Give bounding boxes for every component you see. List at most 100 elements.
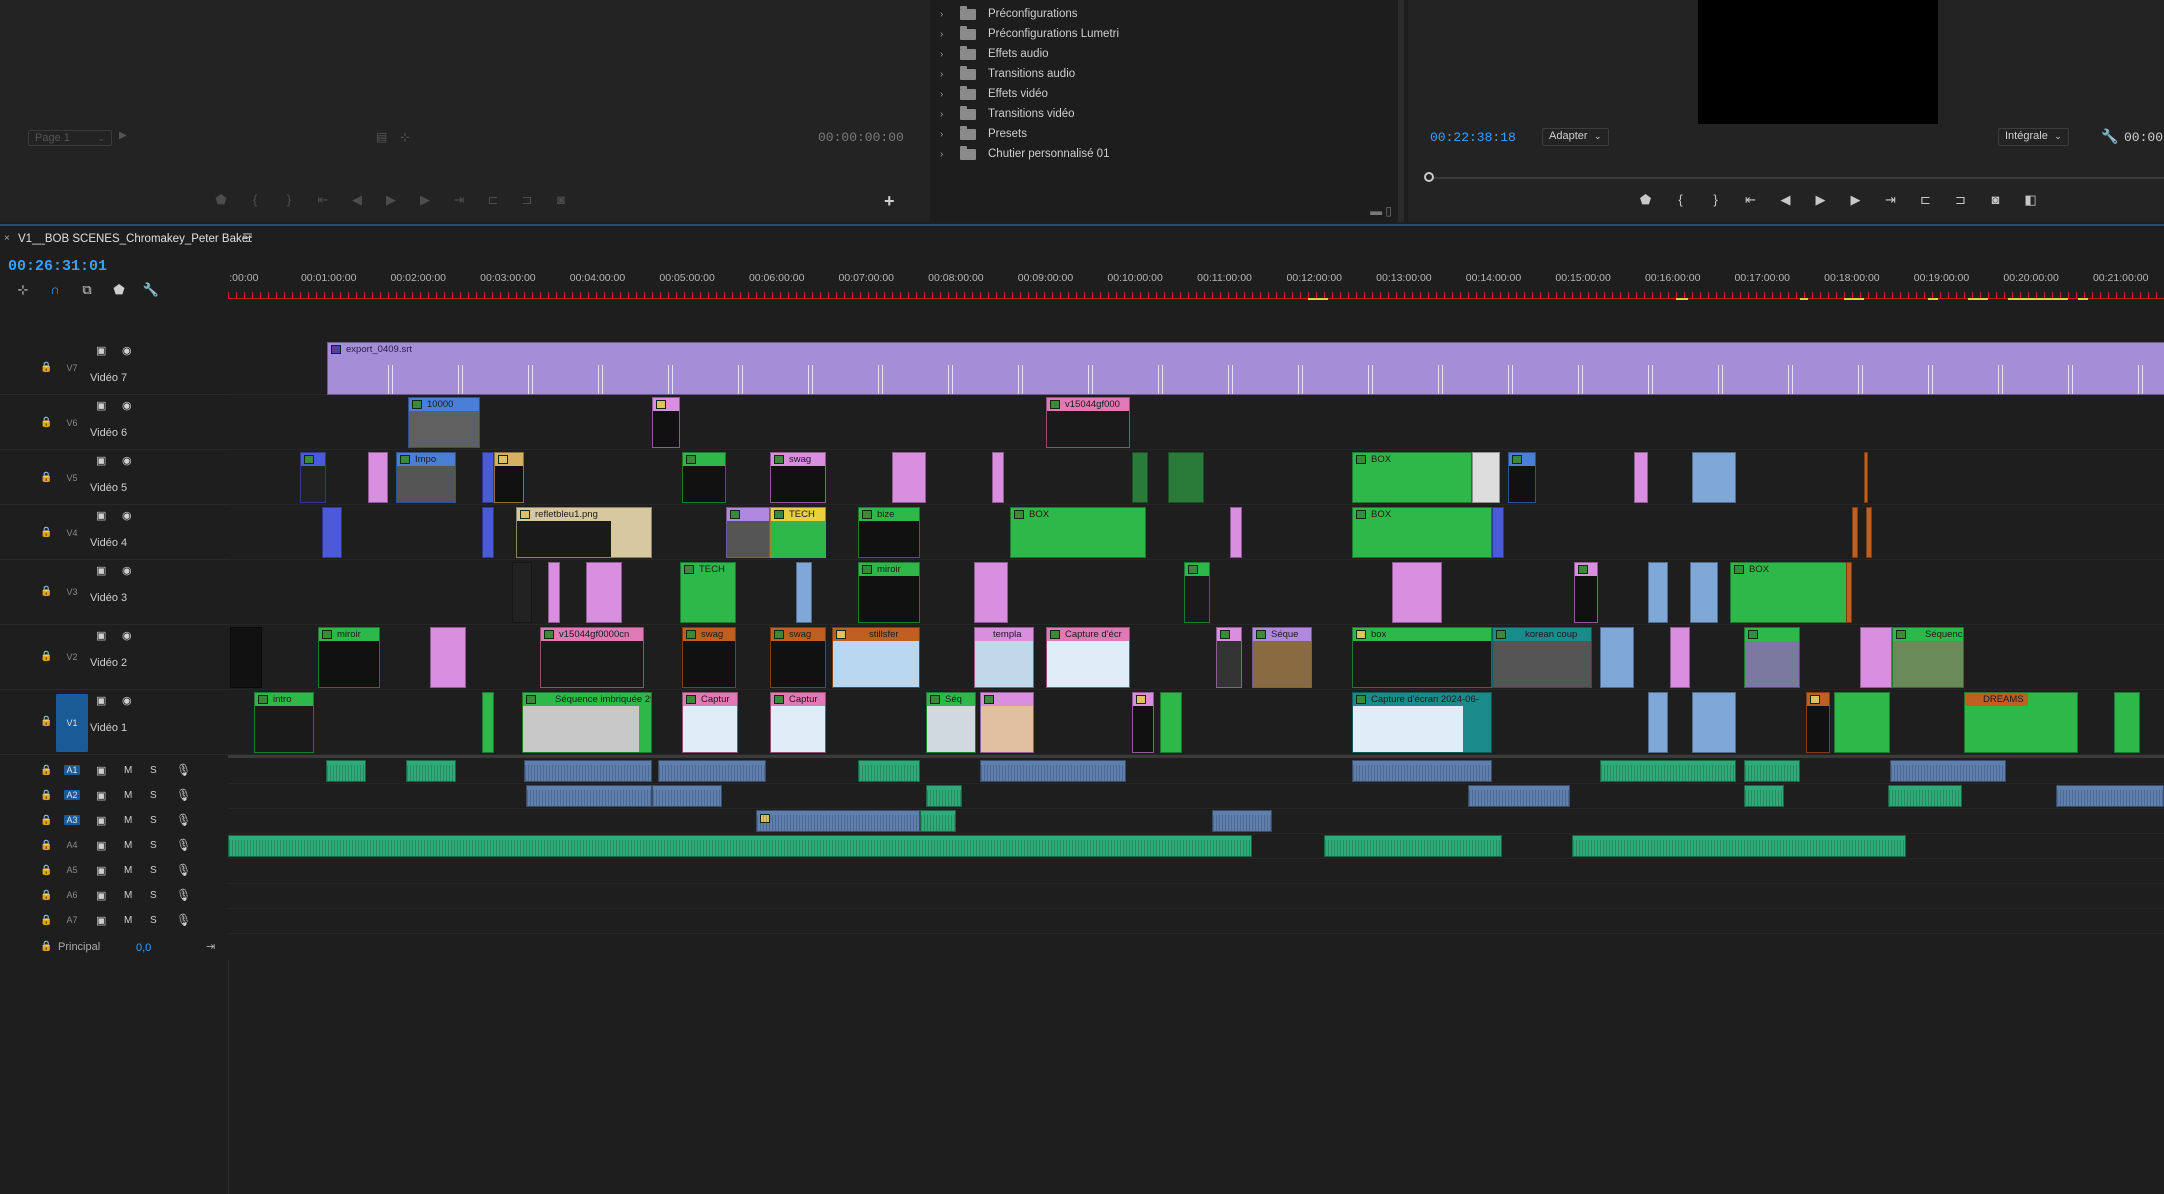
microphone-icon[interactable]: 🎙 bbox=[176, 863, 191, 877]
audio-clip-music[interactable] bbox=[1324, 835, 1502, 857]
master-volume-value[interactable]: 0,0 bbox=[136, 942, 151, 954]
eye-icon[interactable]: ◉ bbox=[122, 564, 132, 577]
mute-button[interactable]: M bbox=[124, 840, 132, 851]
timeline-empty-area[interactable] bbox=[228, 960, 2164, 1194]
play-next-arrow-icon[interactable]: ▶ bbox=[119, 130, 127, 141]
video-clip[interactable] bbox=[892, 452, 926, 503]
video-clip[interactable]: TECH bbox=[770, 507, 826, 558]
video-clip[interactable]: v15044gf0000cn bbox=[540, 627, 644, 688]
eye-icon[interactable]: ◉ bbox=[122, 509, 132, 522]
video-clip[interactable] bbox=[1648, 562, 1668, 623]
video-clip[interactable] bbox=[322, 507, 342, 558]
lock-icon[interactable]: 🔒 bbox=[40, 865, 52, 876]
video-clip[interactable] bbox=[1834, 692, 1890, 753]
eye-icon[interactable]: ◉ bbox=[122, 629, 132, 642]
add-marker-icon[interactable]: ⬟ bbox=[108, 282, 130, 298]
track-header-a6[interactable]: 🔒 A6 ▣ M S 🎙 bbox=[0, 884, 228, 909]
video-clip[interactable]: intro bbox=[254, 692, 314, 753]
lock-icon[interactable]: 🔒 bbox=[40, 915, 52, 926]
new-bin-icon[interactable]: ▬ ▯ bbox=[1370, 204, 1392, 218]
video-clip[interactable] bbox=[1692, 692, 1736, 753]
solo-button[interactable]: S bbox=[150, 915, 157, 926]
audio-clip[interactable] bbox=[926, 785, 962, 807]
audio-clip[interactable] bbox=[1744, 785, 1784, 807]
video-clip[interactable] bbox=[1132, 692, 1154, 753]
effects-folder-item[interactable]: › Transitions vidéo bbox=[930, 104, 1400, 124]
toggle-sync-icon[interactable]: ▣ bbox=[96, 509, 106, 522]
audio-clip[interactable] bbox=[652, 785, 722, 807]
track-id[interactable]: V6 bbox=[64, 418, 80, 428]
track-header-a3[interactable]: 🔒 A3 ▣ M S 🎙 bbox=[0, 809, 228, 834]
eye-icon[interactable]: ◉ bbox=[122, 694, 132, 707]
mute-button[interactable]: M bbox=[124, 815, 132, 826]
video-clip[interactable] bbox=[1392, 562, 1442, 623]
audio-clip[interactable] bbox=[326, 760, 366, 782]
effects-folder-item[interactable]: › Transitions audio bbox=[930, 64, 1400, 84]
toggle-sync-icon[interactable]: ▣ bbox=[96, 399, 106, 412]
overwrite-clip-icon[interactable]: ⊐ bbox=[510, 192, 544, 208]
chevron-right-icon[interactable]: › bbox=[940, 9, 952, 20]
video-clip[interactable]: Séquence imbriquée 29 bbox=[522, 692, 652, 753]
eye-icon[interactable]: ◉ bbox=[122, 454, 132, 467]
microphone-icon[interactable]: 🎙 bbox=[176, 788, 191, 802]
lock-icon[interactable]: 🔒 bbox=[40, 417, 52, 428]
video-clip[interactable] bbox=[682, 452, 726, 503]
audio-clip[interactable] bbox=[920, 810, 956, 832]
track-header-v7[interactable]: 🔒 V7 ▣ ◉ Vidéo 7 bbox=[0, 340, 228, 395]
track-id[interactable]: V7 bbox=[64, 363, 80, 373]
chevron-right-icon[interactable]: › bbox=[940, 109, 952, 120]
video-clip[interactable]: Captur bbox=[682, 692, 738, 753]
video-clip[interactable] bbox=[1168, 452, 1204, 503]
chevron-right-icon[interactable]: › bbox=[940, 49, 952, 60]
track-id[interactable]: V4 bbox=[64, 528, 80, 538]
video-clip[interactable] bbox=[1600, 627, 1634, 688]
chevron-right-icon[interactable]: › bbox=[940, 29, 952, 40]
video-clip[interactable]: swag bbox=[770, 627, 826, 688]
video-clip[interactable] bbox=[230, 627, 262, 688]
toggle-sync-icon[interactable]: ▣ bbox=[96, 694, 106, 707]
video-clip[interactable] bbox=[368, 452, 388, 503]
audio-clip[interactable] bbox=[1212, 810, 1272, 832]
track-id[interactable]: A3 bbox=[64, 815, 80, 825]
effects-folder-item[interactable]: › Effets audio bbox=[930, 44, 1400, 64]
timeline-tracks[interactable]: export_0409.srt 10000 v15044gf000 Impo s… bbox=[228, 340, 2164, 960]
toggle-sync-icon[interactable]: ▣ bbox=[96, 889, 106, 902]
program-scrub-bar[interactable] bbox=[1428, 177, 2164, 179]
marker-icon[interactable]: ⬟ bbox=[1628, 192, 1663, 208]
track-id[interactable]: V2 bbox=[64, 652, 80, 662]
video-clip[interactable] bbox=[1132, 452, 1148, 503]
video-clip[interactable] bbox=[482, 452, 494, 503]
step-back-icon[interactable]: ◀ bbox=[1768, 192, 1803, 208]
track-header-a7[interactable]: 🔒 A7 ▣ M S 🎙 bbox=[0, 909, 228, 934]
toggle-sync-icon[interactable]: ▣ bbox=[96, 839, 106, 852]
track-id-target[interactable]: V1 bbox=[56, 694, 88, 752]
video-clip[interactable]: templa bbox=[974, 627, 1034, 688]
track-id[interactable]: A1 bbox=[64, 765, 80, 775]
linked-selection-icon[interactable]: ⧉ bbox=[76, 282, 98, 298]
track-id[interactable]: A7 bbox=[64, 915, 80, 925]
video-clip[interactable] bbox=[1230, 507, 1242, 558]
step-back-icon[interactable]: ◀ bbox=[340, 192, 374, 208]
effects-folder-item[interactable]: › Préconfigurations Lumetri bbox=[930, 24, 1400, 44]
video-clip[interactable] bbox=[1846, 562, 1852, 623]
audio-clip[interactable] bbox=[1352, 760, 1492, 782]
lock-icon[interactable]: 🔒 bbox=[40, 765, 52, 776]
video-clip[interactable] bbox=[1472, 452, 1500, 503]
sequence-tab-title[interactable]: V1__BOB SCENES_Chromakey_Peter Baker bbox=[18, 233, 252, 245]
mute-button[interactable]: M bbox=[124, 865, 132, 876]
toggle-sync-icon[interactable]: ▣ bbox=[96, 789, 106, 802]
chevron-right-icon[interactable]: › bbox=[940, 69, 952, 80]
program-video-frame[interactable] bbox=[1698, 0, 1938, 124]
video-clip[interactable] bbox=[1184, 562, 1210, 623]
solo-button[interactable]: S bbox=[150, 815, 157, 826]
timeline-timecode[interactable]: 00:26:31:01 bbox=[8, 258, 107, 275]
track-header-v5[interactable]: 🔒 V5 ▣ ◉ Vidéo 5 bbox=[0, 450, 228, 505]
chevron-right-icon[interactable]: › bbox=[940, 89, 952, 100]
go-to-end-icon[interactable]: ⇥ bbox=[206, 940, 215, 953]
audio-clip-music[interactable] bbox=[228, 835, 1252, 857]
audio-clip[interactable] bbox=[756, 810, 920, 832]
effects-folder-item[interactable]: › Chutier personnalisé 01 bbox=[930, 144, 1400, 164]
video-clip[interactable] bbox=[1160, 692, 1182, 753]
solo-button[interactable]: S bbox=[150, 765, 157, 776]
go-to-out-icon[interactable]: ⇥ bbox=[1873, 192, 1908, 208]
